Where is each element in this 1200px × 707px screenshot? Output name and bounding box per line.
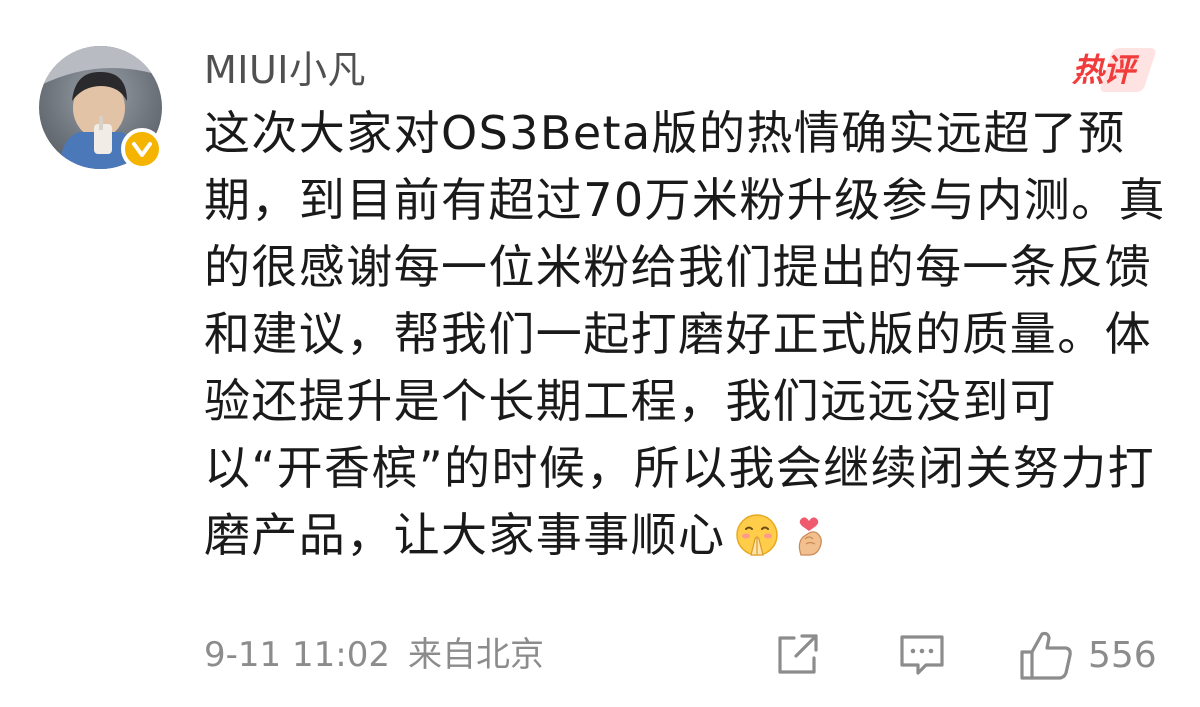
hot-comment-badge: 热评	[1070, 48, 1158, 92]
share-button[interactable]	[772, 628, 822, 682]
pray-emoji-icon	[735, 508, 779, 556]
thumbs-up-icon	[1020, 631, 1072, 680]
hot-badge-label: 热评	[1072, 51, 1135, 89]
location: 来自北京	[407, 635, 544, 675]
username[interactable]: MIUI小凡	[204, 44, 366, 96]
timestamp: 9-11 11:02	[204, 635, 390, 675]
comment-icon	[900, 635, 944, 675]
comment-body: 这次大家对OS3Beta版的热情确实远超了预期，到目前有超过70万米粉升级参与内…	[204, 106, 1166, 562]
comment-meta: 9-11 11:02 来自北京	[204, 630, 544, 680]
finger-heart-icon	[789, 508, 833, 556]
comment-text: 这次大家对OS3Beta版的热情确实远超了预期，到目前有超过70万米粉升级参与内…	[204, 100, 1174, 569]
reply-button[interactable]	[896, 628, 948, 682]
share-icon	[778, 634, 818, 674]
like-button[interactable]: 556	[1018, 628, 1157, 682]
comment-card: MIUI小凡 热评 这次大家对OS3Beta版的热情确实远超了预期，到目前有超过…	[0, 0, 1200, 707]
verified-badge-icon	[121, 128, 163, 170]
like-count: 556	[1088, 634, 1157, 676]
